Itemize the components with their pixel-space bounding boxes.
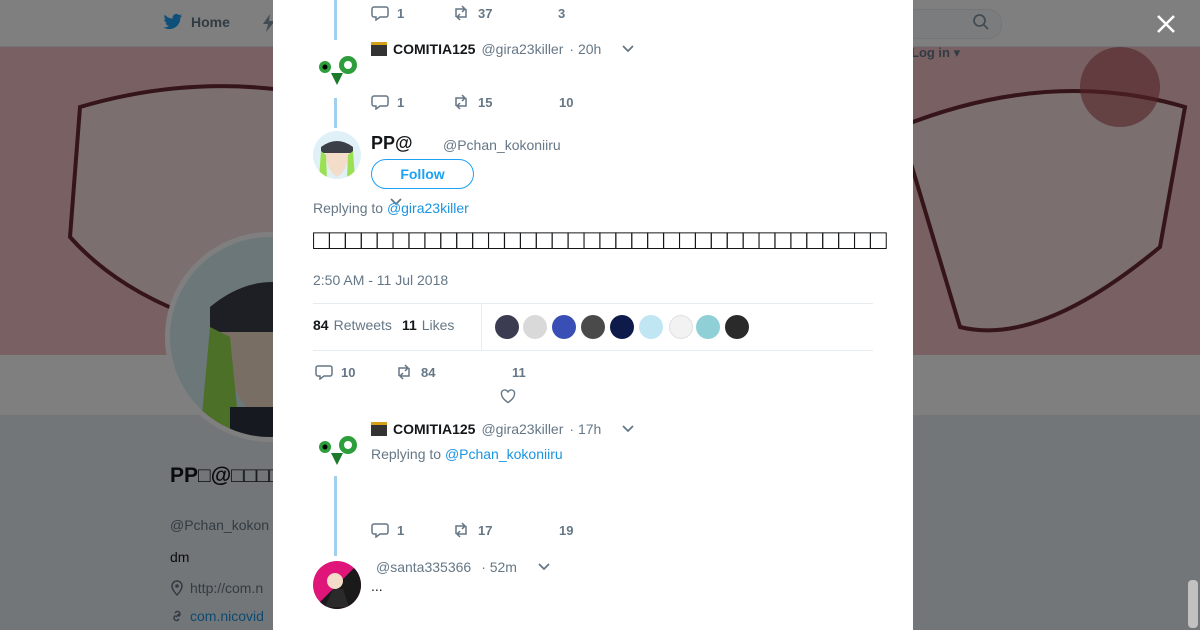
kaaba-emoji-icon xyxy=(371,42,387,56)
liker-avatar[interactable] xyxy=(495,315,519,339)
tweet-actions: 10 84 11 xyxy=(315,364,526,380)
thread-line xyxy=(334,98,337,128)
reply-icon xyxy=(371,523,389,538)
retweet-count: 37 xyxy=(478,5,493,21)
retweet-icon xyxy=(398,364,410,380)
retweet-action[interactable]: 17 xyxy=(452,522,559,538)
avatar[interactable] xyxy=(313,131,361,179)
avatar-art xyxy=(313,131,361,179)
like-count: 19 xyxy=(559,522,574,538)
tweet-timestamp[interactable]: 2:50 AM - 11 Jul 2018 xyxy=(313,272,448,288)
reply-count: 1 xyxy=(397,94,405,110)
avatar-art xyxy=(313,425,361,473)
avatar-art xyxy=(313,45,361,93)
tweet-modal: 1 37 3 COMITIA125 @gira23killer · 20h 1 xyxy=(273,0,913,630)
divider xyxy=(481,304,482,350)
divider xyxy=(313,303,873,304)
avatar[interactable] xyxy=(313,45,361,93)
tweet-header: COMITIA125 @gira23killer · 17h xyxy=(371,421,635,437)
reply-count: 1 xyxy=(397,522,405,538)
tweet-author-handle[interactable]: @santa335366 xyxy=(376,559,471,575)
close-icon[interactable] xyxy=(1155,13,1177,35)
tweet-author-name[interactable]: COMITIA125 xyxy=(393,41,475,57)
reply-icon xyxy=(371,95,389,110)
scrollbar[interactable] xyxy=(1188,580,1198,628)
tweet-time[interactable]: · 20h xyxy=(569,41,601,57)
liker-avatar[interactable] xyxy=(610,315,634,339)
like-count: 10 xyxy=(559,94,574,110)
retweet-action[interactable]: 37 xyxy=(452,5,558,21)
kaaba-emoji-icon xyxy=(371,422,387,436)
reply-icon xyxy=(315,365,333,380)
tweet-author-handle[interactable]: @Pchan_kokoniiru xyxy=(443,137,561,153)
liker-avatar[interactable] xyxy=(669,315,693,339)
tweet-author-handle[interactable]: @gira23killer xyxy=(481,41,563,57)
retweet-action[interactable]: 15 xyxy=(452,94,559,110)
like-action[interactable]: 3 xyxy=(558,6,565,21)
liker-avatar[interactable] xyxy=(639,315,663,339)
replying-prefix: Replying to xyxy=(371,446,442,462)
liker-avatar[interactable] xyxy=(581,315,605,339)
replying-to: Replying to @gira23killer xyxy=(313,200,469,216)
retweet-icon xyxy=(455,94,467,110)
liker-avatar[interactable] xyxy=(696,315,720,339)
replying-to: Replying to @Pchan_kokoniiru xyxy=(371,446,563,462)
like-count: 3 xyxy=(558,5,566,21)
follow-button[interactable]: Follow xyxy=(371,159,474,189)
chevron-down-icon[interactable] xyxy=(537,562,551,572)
avatar[interactable] xyxy=(313,425,361,473)
like-action[interactable]: 19 xyxy=(559,523,573,538)
reply-icon xyxy=(371,6,389,21)
tweet-author-name[interactable]: PP@ xyxy=(371,133,413,154)
thread-line xyxy=(334,476,337,556)
avatar-art xyxy=(313,561,361,609)
retweet-count: 15 xyxy=(478,94,493,110)
liker-avatar[interactable] xyxy=(523,315,547,339)
retweet-count: 17 xyxy=(478,522,493,538)
reply-count: 1 xyxy=(397,5,405,21)
retweets-count: 84 xyxy=(313,317,329,333)
reply-action[interactable]: 1 xyxy=(371,94,452,110)
likes-count: 11 xyxy=(401,317,417,333)
heart-icon[interactable] xyxy=(500,389,516,404)
retweet-icon xyxy=(455,5,467,21)
tweet-author-handle[interactable]: @gira23killer xyxy=(481,421,563,437)
avatar[interactable] xyxy=(313,0,361,4)
retweet-icon xyxy=(455,522,467,538)
reply-action[interactable]: 1 xyxy=(371,5,452,21)
reply-action[interactable]: 10 xyxy=(315,364,395,380)
divider xyxy=(313,350,873,351)
like-action[interactable]: 11 xyxy=(512,365,526,380)
tweet-header: COMITIA125 @gira23killer · 20h xyxy=(371,41,635,57)
tweet-actions: 1 15 10 xyxy=(371,94,573,110)
likes-label: Likes xyxy=(421,317,455,333)
retweets-label: Retweets xyxy=(333,317,392,333)
liker-avatar[interactable] xyxy=(725,315,749,339)
avatar[interactable] xyxy=(313,561,361,609)
tweet-header: @santa335366 · 52m xyxy=(376,559,551,575)
chevron-down-icon[interactable] xyxy=(621,44,635,54)
tweet-time[interactable]: · 17h xyxy=(569,421,601,437)
like-action[interactable]: 10 xyxy=(559,95,573,110)
tweet-time[interactable]: · 52m xyxy=(481,559,517,575)
tweet-text: □□□□□□□□□□□□□□□□□□□□□□□□□□□□□□□□□□□□ xyxy=(313,224,887,255)
replying-to-link[interactable]: @Pchan_kokoniiru xyxy=(445,446,563,462)
reply-action[interactable]: 1 xyxy=(371,522,452,538)
tweet-actions: 1 17 19 xyxy=(371,522,573,538)
replying-prefix: Replying to xyxy=(313,200,384,216)
like-count: 11 xyxy=(512,364,526,380)
replying-to-link[interactable]: @gira23killer xyxy=(387,200,469,216)
reply-count: 10 xyxy=(341,364,356,380)
tweet-author-name[interactable]: COMITIA125 xyxy=(393,421,475,437)
liker-avatar[interactable] xyxy=(552,315,576,339)
retweet-action[interactable]: 84 xyxy=(395,364,512,380)
tweet-text: ... xyxy=(371,578,383,594)
retweet-count: 84 xyxy=(421,364,436,380)
retweet-stats[interactable]: 84 Retweets 11 Likes xyxy=(313,317,454,333)
tweet-actions: 1 37 3 xyxy=(371,5,565,21)
chevron-down-icon[interactable] xyxy=(621,424,635,434)
thread-line xyxy=(334,0,337,40)
